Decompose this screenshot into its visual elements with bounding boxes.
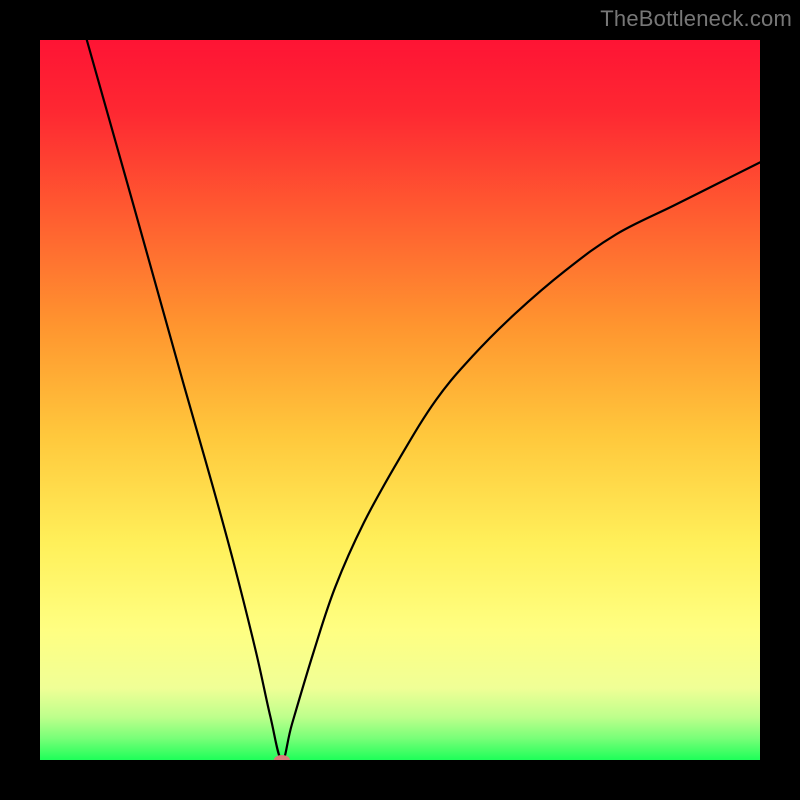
gradient-background [40,40,760,760]
chart-frame: TheBottleneck.com [0,0,800,800]
watermark-text: TheBottleneck.com [600,6,792,32]
plot-area [40,40,760,760]
chart-canvas [40,40,760,760]
